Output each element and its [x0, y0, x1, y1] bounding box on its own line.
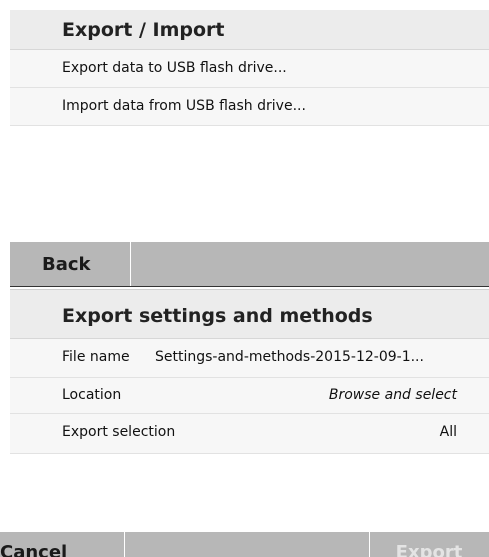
- menu-item-label: Import data from USB flash drive...: [62, 98, 306, 114]
- field-label: Export selection: [62, 424, 176, 440]
- footer-toolbar: Back: [10, 242, 489, 287]
- page-title: Export settings and methods: [62, 305, 373, 327]
- export-import-header: Export / Import: [10, 10, 489, 50]
- empty-settings-area: [0, 454, 489, 532]
- menu-item-label: Export data to USB flash drive...: [62, 60, 287, 76]
- footer-divider: [124, 532, 125, 557]
- page-title: Export / Import: [62, 19, 225, 41]
- screenshot-root: Export / Import Export data to USB flash…: [0, 0, 489, 557]
- field-label: Location: [62, 387, 122, 403]
- footer-toolbar: Cancel Export: [0, 532, 489, 557]
- file-name-value: Settings-and-methods-2015-12-09-1...: [155, 349, 424, 365]
- menu-item-export-usb[interactable]: Export data to USB flash drive...: [10, 50, 489, 88]
- export-selection-value: All: [439, 424, 457, 440]
- location-value: Browse and select: [328, 387, 457, 403]
- footer-divider: [130, 242, 131, 286]
- export-button-label: Export: [395, 542, 463, 557]
- export-button[interactable]: Export: [369, 532, 489, 557]
- field-file-name[interactable]: File name Settings-and-methods-2015-12-0…: [10, 339, 489, 378]
- cancel-button-label: Cancel: [0, 542, 68, 557]
- back-button[interactable]: Back: [10, 242, 130, 286]
- field-export-selection[interactable]: Export selection All: [10, 414, 489, 454]
- export-settings-header: Export settings and methods: [10, 289, 489, 339]
- empty-list-area: [0, 126, 489, 242]
- field-label: File name: [62, 349, 130, 365]
- cancel-button[interactable]: Cancel: [0, 532, 124, 557]
- menu-item-import-usb[interactable]: Import data from USB flash drive...: [10, 88, 489, 126]
- field-location[interactable]: Location Browse and select: [10, 378, 489, 414]
- back-button-label: Back: [42, 253, 91, 275]
